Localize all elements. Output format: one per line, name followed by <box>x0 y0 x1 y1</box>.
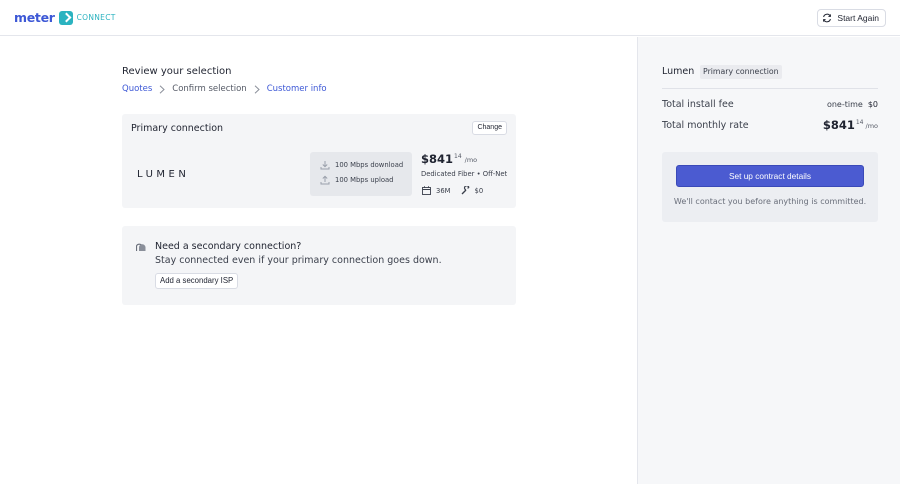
download-icon <box>320 161 330 170</box>
breadcrumb-customer-info[interactable]: Customer info <box>267 84 327 94</box>
quote-price: $841 14 /mo <box>421 152 477 166</box>
sidebar-provider: Lumen <box>662 66 695 77</box>
download-speed: 100 Mbps download <box>320 160 403 170</box>
install-fee-value: one-time $0 <box>827 100 878 109</box>
install-fee-amount: $0 <box>867 100 878 109</box>
cta-note: We'll contact you before anything is com… <box>673 197 867 206</box>
logo-wordmark: meter <box>14 10 55 25</box>
contract-term: 36M <box>436 186 451 195</box>
calendar-icon <box>422 186 431 195</box>
page-title: Review your selection <box>122 66 232 77</box>
download-speed-label: 100 Mbps download <box>335 161 404 169</box>
meter-connect-logo[interactable]: meter CONNECT <box>14 10 116 25</box>
monthly-per: /mo <box>865 122 879 130</box>
term-and-install: 36M $0 <box>422 186 483 195</box>
primary-card-title: Primary connection <box>131 123 224 134</box>
primary-connection-card: Primary connection Change LUMEN 100 Mbps… <box>122 114 516 208</box>
set-up-contract-button[interactable]: Set up contract details <box>676 165 864 187</box>
top-bar: meter CONNECT Start Again <box>0 0 900 36</box>
secondary-card-title: Need a secondary connection? <box>155 241 302 252</box>
price-per-month: /mo <box>464 156 478 164</box>
breadcrumb-confirm-selection: Confirm selection <box>172 84 247 94</box>
price-cents: 14 <box>454 153 462 160</box>
install-fee-prefix: one-time <box>826 100 863 109</box>
main-content: Review your selection Quotes Confirm sel… <box>0 37 637 484</box>
logo-badge-icon <box>58 10 73 25</box>
monthly-rate-row: Total monthly rate $841 14 /mo <box>662 118 878 132</box>
breadcrumb-quotes[interactable]: Quotes <box>122 84 152 94</box>
wrench-icon <box>461 186 470 195</box>
upload-speed: 100 Mbps upload <box>320 175 393 185</box>
secondary-card-subtitle: Stay connected even if your primary conn… <box>155 255 442 266</box>
primary-connection-tag: Primary connection <box>700 65 782 79</box>
monthly-rate-label: Total monthly rate <box>662 119 749 131</box>
install-fee-label: Total install fee <box>662 99 734 110</box>
contract-cta-card: Set up contract details We'll contact yo… <box>662 152 878 222</box>
chevron-right-icon <box>159 84 166 94</box>
divider <box>662 88 878 89</box>
monthly-cents: 14 <box>855 119 864 126</box>
secondary-connection-icon <box>136 243 146 251</box>
summary-sidebar: Lumen Primary connection Total install f… <box>637 37 900 484</box>
speed-box: 100 Mbps download 100 Mbps upload <box>310 152 412 196</box>
install-fee-row: Total install fee one-time $0 <box>662 99 878 110</box>
start-again-button[interactable]: Start Again <box>817 9 886 27</box>
upload-speed-label: 100 Mbps upload <box>335 176 394 184</box>
monthly-rate-value: $841 14 /mo <box>823 118 878 132</box>
logo-subtitle: CONNECT <box>76 13 116 22</box>
start-again-label: Start Again <box>837 13 879 23</box>
price-dollars: $841 <box>421 152 454 166</box>
breadcrumb: Quotes Confirm selection Customer info <box>122 84 327 94</box>
add-secondary-isp-button[interactable]: Add a secondary ISP <box>155 273 239 289</box>
upload-icon <box>320 175 330 185</box>
monthly-dollars: $841 <box>822 118 855 132</box>
install-cost: $0 <box>474 186 484 195</box>
service-description: Dedicated Fiber • Off-Net <box>421 170 508 178</box>
refresh-icon <box>823 13 832 23</box>
lumen-logo: LUMEN <box>137 169 190 180</box>
chevron-right-icon <box>254 84 260 94</box>
change-button[interactable]: Change <box>472 121 507 135</box>
secondary-connection-card: Need a secondary connection? Stay connec… <box>122 226 516 305</box>
